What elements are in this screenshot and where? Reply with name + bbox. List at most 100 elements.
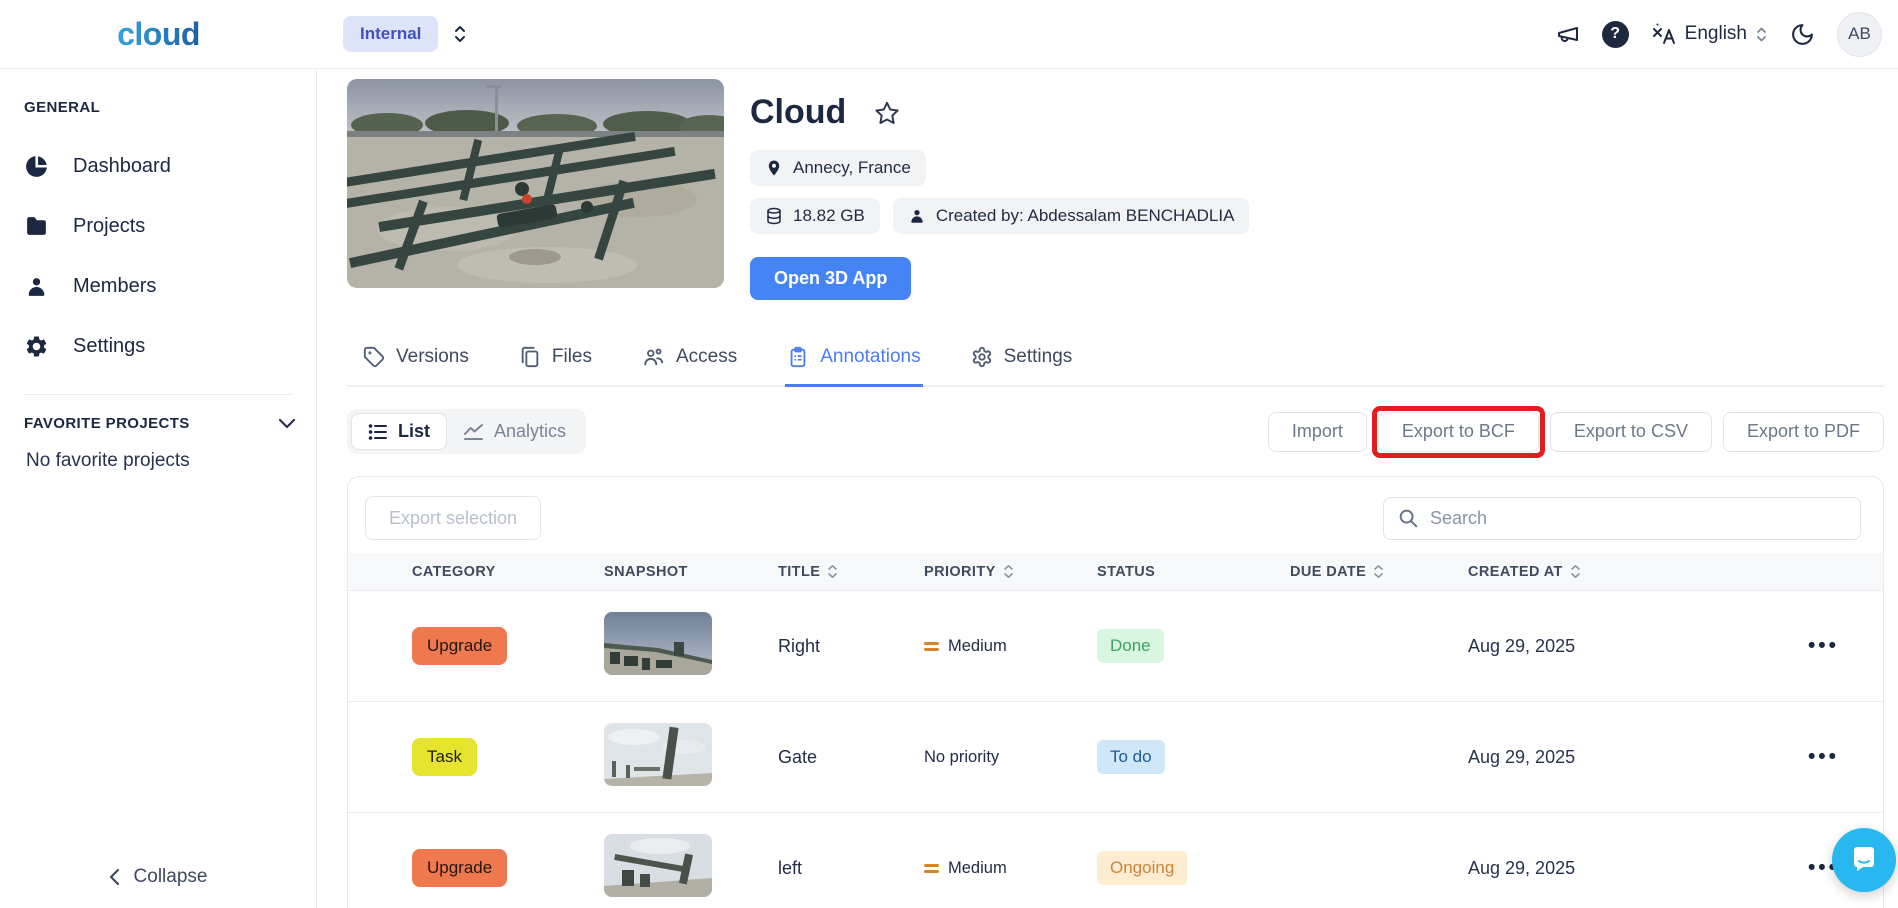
folder-icon [24, 214, 49, 239]
help-icon[interactable]: ? [1601, 20, 1629, 48]
sidebar: GENERAL Dashboard Projects Members Setti… [0, 69, 317, 908]
column-header-created-at[interactable]: CREATED AT [1460, 564, 1730, 580]
collapse-label: Collapse [133, 866, 208, 887]
view-list-button[interactable]: List [351, 413, 448, 450]
logo-area: cloud [0, 16, 317, 53]
sort-icon [827, 564, 838, 579]
snapshot-thumbnail[interactable] [604, 834, 712, 897]
translate-icon[interactable] [1651, 22, 1677, 46]
tag-icon [363, 346, 385, 368]
workspace-switcher-icon[interactable] [452, 24, 468, 44]
sidebar-section-general: GENERAL [24, 99, 101, 116]
export-pdf-button[interactable]: Export to PDF [1722, 411, 1884, 452]
column-header-priority[interactable]: PRIORITY [916, 564, 1089, 580]
category-badge: Task [412, 738, 477, 776]
tab-versions[interactable]: Versions [361, 332, 471, 387]
gear-icon [971, 346, 993, 368]
annotations-card: Export selection CATEGORY SNAPSHOT TITLE… [347, 476, 1884, 908]
tab-access[interactable]: Access [640, 332, 739, 387]
open-3d-app-button[interactable]: Open 3D App [750, 257, 912, 300]
created-at-cell: Aug 29, 2025 [1468, 635, 1576, 656]
chat-launcher-button[interactable] [1832, 828, 1896, 892]
tab-settings[interactable]: Settings [969, 332, 1075, 387]
column-header-category: CATEGORY [412, 563, 496, 580]
status-badge: Done [1097, 629, 1164, 663]
announcements-megaphone-icon[interactable] [1556, 22, 1580, 46]
table-row[interactable]: Upgrade left Medium Ongoing Aug 29, 2025… [348, 812, 1883, 908]
people-icon [642, 346, 665, 368]
tab-files[interactable]: Files [517, 332, 594, 387]
row-menu-button[interactable]: ••• [1808, 745, 1883, 769]
sidebar-item-dashboard[interactable]: Dashboard [0, 136, 316, 196]
priority-medium-icon [924, 639, 939, 654]
collapse-sidebar-button[interactable]: Collapse [0, 866, 316, 888]
sidebar-item-label: Members [73, 274, 157, 297]
user-avatar[interactable]: AB [1837, 11, 1882, 57]
gear-icon [24, 334, 49, 359]
pie-chart-icon [24, 154, 49, 179]
priority-cell: Medium [916, 637, 1089, 656]
sidebar-item-projects[interactable]: Projects [0, 196, 316, 256]
sort-icon [1570, 564, 1581, 579]
database-icon [765, 207, 783, 225]
priority-cell: No priority [924, 747, 1000, 766]
tab-label: Annotations [820, 346, 921, 367]
project-title: Cloud [750, 93, 847, 131]
favorites-title: FAVORITE PROJECTS [24, 415, 190, 432]
category-badge: Upgrade [412, 627, 508, 665]
clipboard-icon [787, 346, 809, 368]
import-button[interactable]: Import [1267, 411, 1367, 452]
annotation-title: Gate [778, 746, 818, 767]
export-csv-button[interactable]: Export to CSV [1549, 411, 1712, 452]
view-analytics-button[interactable]: Analytics [447, 413, 582, 450]
workspace-badge[interactable]: Internal [343, 16, 439, 52]
sidebar-item-settings[interactable]: Settings [0, 316, 316, 376]
column-header-due-date[interactable]: DUE DATE [1282, 564, 1460, 580]
location-badge: Annecy, France [750, 150, 926, 186]
created-by-badge: Created by: Abdessalam BENCHADLIA [892, 198, 1250, 234]
sidebar-item-label: Settings [73, 334, 146, 357]
table-row[interactable]: Upgrade Right Medium Done Aug 29, 2025 •… [348, 590, 1883, 701]
list-icon [368, 423, 388, 441]
chat-bubble-icon [1849, 845, 1879, 875]
export-selection-button[interactable]: Export selection [365, 496, 542, 540]
files-icon [519, 346, 541, 368]
export-bcf-highlight: Export to BCF [1371, 405, 1545, 458]
main-content: Cloud Annecy, France 18.82 GB Created by… [317, 69, 1898, 908]
category-badge: Upgrade [412, 849, 508, 887]
snapshot-thumbnail[interactable] [604, 723, 712, 786]
table-header: CATEGORY SNAPSHOT TITLE PRIORITY STATUS … [348, 553, 1883, 590]
tab-annotations[interactable]: Annotations [785, 332, 923, 387]
tab-label: Access [676, 346, 738, 367]
project-hero-image [347, 79, 724, 288]
language-label[interactable]: English [1685, 23, 1747, 45]
app-logo[interactable]: cloud [117, 16, 200, 53]
favorites-section-header[interactable]: FAVORITE PROJECTS [0, 415, 316, 432]
column-header-status: STATUS [1097, 563, 1156, 580]
annotation-title: left [778, 857, 803, 878]
dark-mode-moon-icon[interactable] [1790, 22, 1815, 47]
export-bcf-button[interactable]: Export to BCF [1377, 411, 1539, 452]
project-size-badge: 18.82 GB [750, 198, 880, 234]
view-toggle: List Analytics [347, 409, 587, 454]
chart-icon [463, 423, 484, 441]
sort-icon [1003, 564, 1014, 579]
language-switcher-icon[interactable] [1755, 26, 1768, 43]
table-row[interactable]: Task Gate No priority To do Aug 29, 2025… [348, 701, 1883, 812]
snapshot-thumbnail[interactable] [604, 612, 712, 675]
favorites-empty-text: No favorite projects [26, 450, 190, 471]
created-by-label: Created by: Abdessalam BENCHADLIA [935, 206, 1235, 225]
annotation-title: Right [778, 635, 821, 656]
sidebar-item-label: Projects [73, 214, 146, 237]
sidebar-divider [24, 394, 292, 395]
row-menu-button[interactable]: ••• [1808, 634, 1883, 658]
priority-medium-icon [924, 861, 939, 876]
user-icon [908, 207, 926, 225]
column-header-title[interactable]: TITLE [770, 564, 916, 580]
search-input[interactable] [1383, 496, 1861, 540]
view-analytics-label: Analytics [494, 421, 567, 441]
favorite-star-icon[interactable] [874, 100, 900, 126]
sidebar-item-members[interactable]: Members [0, 256, 316, 316]
tab-label: Files [551, 346, 592, 367]
created-at-cell: Aug 29, 2025 [1468, 857, 1576, 878]
